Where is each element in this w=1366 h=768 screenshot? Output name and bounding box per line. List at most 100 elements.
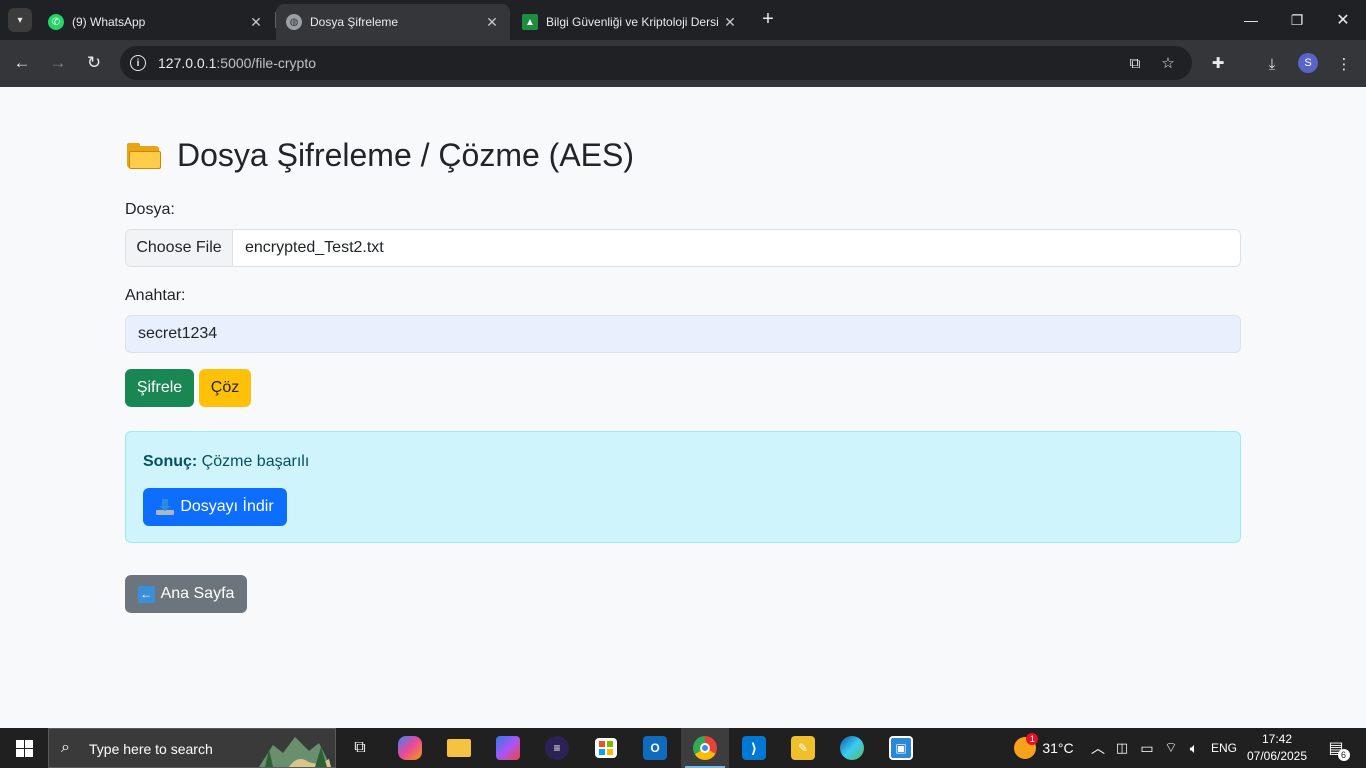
app-window-icon: ▣ — [889, 736, 913, 760]
taskbar-chrome[interactable] — [681, 728, 729, 768]
battery-icon[interactable]: ▭ — [1136, 728, 1158, 768]
classroom-icon: ▲ — [522, 14, 538, 30]
close-window-button[interactable]: ✕ — [1320, 6, 1366, 34]
file-explorer-icon — [447, 739, 471, 757]
windows-logo-icon — [15, 739, 33, 757]
microsoft-store-icon — [595, 738, 617, 758]
taskbar-eclipse[interactable]: ≡ — [533, 728, 581, 768]
vscode-icon: ⟩ — [742, 736, 766, 760]
bookmark-star-icon[interactable]: ☆ — [1158, 53, 1178, 73]
inbox-tray-icon — [156, 499, 175, 515]
notification-count: 6 — [1337, 749, 1350, 761]
translate-icon[interactable]: ⧉ — [1125, 53, 1145, 73]
meet-now-icon[interactable]: ◫ — [1112, 728, 1132, 768]
taskbar-m365[interactable] — [484, 728, 532, 768]
tab-whatsapp[interactable]: ✆ (9) WhatsApp ✕ — [38, 4, 274, 40]
globe-icon: ◍ — [286, 14, 302, 30]
start-button[interactable] — [0, 728, 48, 768]
minimize-button[interactable]: — — [1228, 6, 1274, 34]
task-view-button[interactable]: ⧉ — [336, 728, 384, 768]
url-path: :5000/file-crypto — [216, 55, 316, 71]
wifi-icon[interactable]: ⌔ — [1160, 728, 1182, 768]
search-icon: ⌕ — [61, 739, 70, 756]
folder-icon — [125, 142, 161, 170]
taskbar-file-explorer[interactable] — [435, 728, 483, 768]
clock-time: 17:42 — [1261, 732, 1293, 746]
decrypt-button[interactable]: Çöz — [199, 369, 251, 407]
volume-icon[interactable]: 🔈︎ — [1184, 728, 1204, 768]
tab-strip: ▾ ✆ (9) WhatsApp ✕ ◍ Dosya Şifreleme ✕ ▲… — [0, 0, 1366, 40]
weather-widget[interactable]: 1 31°C — [1004, 728, 1084, 768]
copilot-icon — [398, 736, 422, 760]
chrome-icon — [693, 736, 717, 760]
tab-title: (9) WhatsApp — [72, 15, 146, 29]
download-file-button[interactable]: Dosyayı İndir — [143, 488, 287, 526]
tab-title: Bilgi Güvenliği ve Kriptoloji Dersi — [546, 15, 719, 29]
restore-button[interactable]: ❐ — [1274, 6, 1320, 34]
close-icon[interactable]: ✕ — [484, 14, 500, 31]
page-title: Dosya Şifreleme / Çözme (AES) — [125, 137, 634, 174]
extensions-icon[interactable]: ✚ — [1207, 52, 1229, 74]
notification-center-button[interactable]: ▤ 6 — [1318, 728, 1354, 768]
show-hidden-icons-chevron-icon[interactable]: ︿ — [1088, 728, 1108, 768]
new-tab-button[interactable]: + — [758, 9, 778, 30]
back-arrow-icon: ← — [137, 585, 155, 603]
profile-avatar[interactable]: S — [1298, 53, 1318, 73]
page-title-text: Dosya Şifreleme / Çözme (AES) — [177, 137, 635, 173]
edge-icon — [840, 736, 864, 760]
taskbar-vscode[interactable]: ⟩ — [730, 728, 778, 768]
file-label: Dosya: — [125, 201, 175, 218]
tab-bilgi-guvenligi[interactable]: ▲ Bilgi Güvenliği ve Kriptoloji Dersi ✕ — [512, 4, 748, 40]
taskbar-edge[interactable] — [828, 728, 876, 768]
tab-title: Dosya Şifreleme — [310, 15, 399, 29]
taskbar-copilot[interactable] — [386, 728, 434, 768]
result-alert: Sonuç: Çözme başarılı Dosyayı İndir — [125, 431, 1241, 543]
language-indicator[interactable]: ENG — [1208, 728, 1240, 768]
url-text[interactable]: 127.0.0.1:5000/file-crypto — [158, 55, 316, 71]
download-button-label: Dosyayı İndir — [180, 498, 274, 515]
whatsapp-icon: ✆ — [48, 14, 64, 30]
back-button[interactable]: ← — [8, 50, 36, 76]
tab-search-button[interactable]: ▾ — [8, 8, 32, 32]
key-input[interactable]: secret1234 — [125, 315, 1241, 353]
notification-icon: ▤ 6 — [1328, 738, 1350, 761]
encrypt-button[interactable]: Şifrele — [125, 369, 194, 407]
browser-toolbar: ← → ↻ i 127.0.0.1:5000/file-crypto ⧉ ☆ ✚… — [0, 40, 1366, 87]
taskbar-app[interactable]: ▣ — [877, 728, 925, 768]
search-highlight-icon — [259, 737, 331, 767]
close-icon[interactable]: ✕ — [248, 14, 264, 31]
weather-badge: 1 — [1026, 733, 1039, 745]
download-icon[interactable]: ⤓ — [1261, 53, 1283, 75]
forward-button[interactable]: → — [44, 50, 72, 76]
selected-file-name: encrypted_Test2.txt — [245, 239, 384, 256]
search-placeholder: Type here to search — [89, 741, 213, 757]
windows-taskbar: ⌕ Type here to search ⧉ ≡ O ⟩ ✎ ▣ 1 31°C… — [0, 728, 1366, 768]
weather-temp: 31°C — [1042, 740, 1074, 756]
home-button[interactable]: ← Ana Sayfa — [125, 575, 247, 613]
taskbar-store[interactable] — [582, 728, 630, 768]
paint-icon: ✎ — [791, 736, 815, 760]
file-input[interactable]: Choose File encrypted_Test2.txt — [125, 229, 1241, 267]
tab-dosya-sifreleme[interactable]: ◍ Dosya Şifreleme ✕ — [276, 4, 510, 40]
weather-sun-icon: 1 — [1014, 733, 1039, 759]
address-bar[interactable]: i 127.0.0.1:5000/file-crypto ⧉ ☆ — [120, 46, 1192, 80]
clock[interactable]: 17:42 07/06/2025 — [1244, 731, 1310, 765]
clock-date: 07/06/2025 — [1246, 749, 1308, 763]
taskbar-search-box[interactable]: ⌕ Type here to search — [48, 728, 336, 768]
taskbar-paint[interactable]: ✎ — [779, 728, 827, 768]
taskbar-outlook[interactable]: O — [631, 728, 679, 768]
page-content: Dosya Şifreleme / Çözme (AES) Dosya: Cho… — [0, 87, 1366, 728]
url-host: 127.0.0.1 — [158, 55, 217, 71]
menu-icon[interactable]: ⋮ — [1333, 53, 1355, 75]
key-label: Anahtar: — [125, 287, 186, 304]
outlook-icon: O — [643, 736, 667, 760]
eclipse-icon: ≡ — [545, 736, 569, 760]
reload-button[interactable]: ↻ — [80, 50, 108, 76]
site-info-icon[interactable]: i — [130, 55, 146, 71]
choose-file-button[interactable]: Choose File — [126, 230, 233, 266]
microsoft-365-icon — [496, 736, 520, 760]
result-text: Çözme başarılı — [201, 453, 310, 470]
close-icon[interactable]: ✕ — [722, 14, 738, 31]
result-message: Sonuç: Çözme başarılı — [143, 453, 309, 471]
task-view-icon: ⧉ — [354, 739, 366, 756]
